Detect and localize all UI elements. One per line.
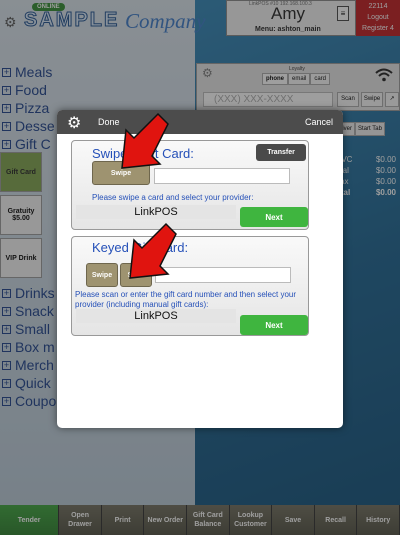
gift-card-dialog: ⚙ Done Cancel Swiped Gift Card: Swipe Tr…: [57, 110, 343, 428]
swiped-card-number-input[interactable]: [154, 168, 290, 184]
cancel-button[interactable]: Cancel: [305, 117, 333, 127]
keyed-swipe-button[interactable]: Swipe: [86, 263, 118, 287]
swipe-hint: Please swipe a card and select your prov…: [92, 193, 254, 202]
swiped-gift-card-section: Swiped Gift Card: Swipe Transfer Please …: [71, 140, 309, 230]
gear-icon[interactable]: ⚙: [67, 113, 81, 133]
red-arrow-annotation-scan: [129, 222, 177, 279]
keyed-next-button[interactable]: Next: [240, 315, 308, 335]
swiped-next-button[interactable]: Next: [240, 207, 308, 227]
swiped-provider-select[interactable]: LinkPOS: [76, 205, 236, 219]
keyed-provider-select[interactable]: LinkPOS: [76, 309, 236, 323]
keyed-gift-card-section: Keyed Gift Card: Swipe Scan Please scan …: [71, 236, 309, 336]
transfer-button[interactable]: Transfer: [256, 144, 306, 161]
keyed-hint: Please scan or enter the gift card numbe…: [75, 290, 297, 309]
dialog-header: ⚙ Done Cancel: [57, 110, 343, 134]
red-arrow-annotation-swipe: [121, 112, 169, 169]
